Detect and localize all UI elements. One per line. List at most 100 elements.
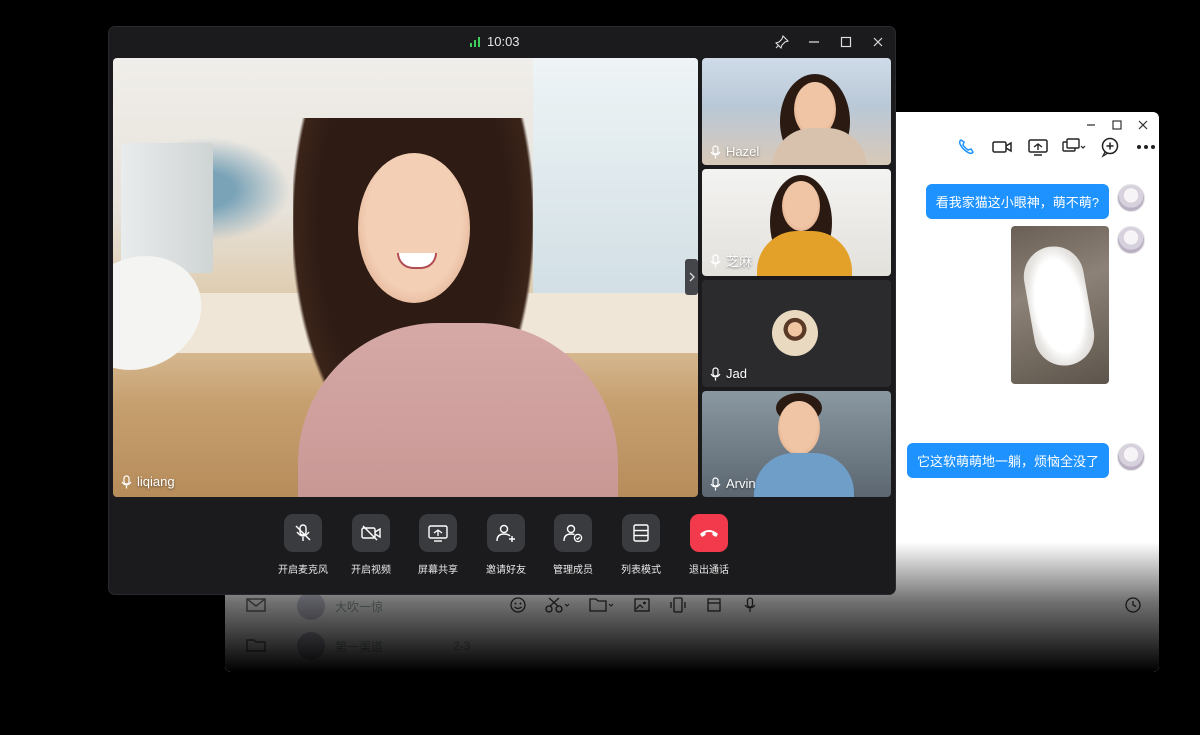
control-label: 开启视频 xyxy=(351,565,391,576)
participant-face xyxy=(778,401,820,455)
hang-up-control[interactable]: 退出通话 xyxy=(674,514,744,576)
participant-name-tag: 芝麻 xyxy=(710,251,752,270)
message-bubble[interactable]: 它这软萌萌地一躺，烦恼全没了 xyxy=(906,443,1109,478)
close-icon[interactable] xyxy=(1137,118,1149,130)
voice-call-icon[interactable] xyxy=(953,134,979,160)
participant-name: liqiang xyxy=(137,474,175,489)
microphone-icon[interactable] xyxy=(739,594,761,616)
manage-members-icon xyxy=(563,524,583,543)
video-call-icon[interactable] xyxy=(989,134,1015,160)
participant-name: Hazel xyxy=(726,144,760,159)
participant-name: Arvin xyxy=(726,476,756,491)
collapse-sidebar-button[interactable] xyxy=(685,259,698,295)
participant-name: 芝麻 xyxy=(726,254,753,269)
participant-name-tag: liqiang xyxy=(121,474,175,489)
list-mode-button[interactable] xyxy=(622,514,660,552)
emoji-icon[interactable] xyxy=(507,594,529,616)
maximize-icon[interactable] xyxy=(837,33,855,51)
mic-icon xyxy=(121,474,132,488)
participant-tile-jad[interactable]: Jad xyxy=(702,280,891,387)
screen-share-icon[interactable] xyxy=(1025,134,1051,160)
chat-toolbar xyxy=(953,134,1159,160)
background-window xyxy=(533,58,698,318)
remote-assist-icon[interactable] xyxy=(1061,134,1087,160)
video-call-window: 10:03 liqiang Hazel 芝麻 Jad Arvin 开启麦克风 开… xyxy=(109,27,895,594)
mic-toggle-button[interactable] xyxy=(284,514,322,552)
control-label: 退出通话 xyxy=(689,565,729,576)
mic-icon xyxy=(710,253,721,267)
hang-up-icon xyxy=(700,530,718,537)
manage-members-button[interactable] xyxy=(554,514,592,552)
participant-name-tag: Hazel xyxy=(710,144,759,159)
cat-photo-message[interactable] xyxy=(1011,226,1109,384)
input-toolbar xyxy=(507,594,761,616)
call-clock: 10:03 xyxy=(469,34,520,49)
call-control-bar: 开启麦克风 开启视频 屏幕共享 邀请好友 管理成员 列表模式 退出通话 xyxy=(109,505,895,585)
control-label: 邀请好友 xyxy=(486,565,526,576)
message-bubble[interactable]: 看我家猫这小眼神，萌不萌? xyxy=(925,184,1109,219)
participant-tile-hazel[interactable]: Hazel xyxy=(702,58,891,165)
list-mode-icon xyxy=(633,524,649,542)
cat-image xyxy=(1019,241,1099,371)
avatar[interactable] xyxy=(1117,184,1145,212)
message-row: 看我家猫这小眼神，萌不萌? xyxy=(925,184,1145,219)
gift-box-icon[interactable] xyxy=(703,594,725,616)
screen-share-control[interactable]: 屏幕共享 xyxy=(403,514,473,576)
mic-off-icon xyxy=(295,524,311,541)
image-icon[interactable] xyxy=(631,594,653,616)
chevron-right-icon xyxy=(689,272,695,282)
maximize-icon[interactable] xyxy=(1111,118,1123,130)
mic-toggle-control[interactable]: 开启麦克风 xyxy=(268,514,338,576)
control-label: 开启麦克风 xyxy=(278,565,328,576)
call-time: 10:03 xyxy=(487,34,520,49)
participant-face xyxy=(782,181,820,231)
participant-name-tag: Arvin xyxy=(710,476,756,491)
minimize-icon[interactable] xyxy=(1085,118,1097,130)
mail-icon xyxy=(245,596,267,617)
video-toggle-control[interactable]: 开启视频 xyxy=(336,514,406,576)
control-label: 管理成员 xyxy=(553,565,593,576)
pin-icon[interactable] xyxy=(773,33,791,51)
invite-friends-control[interactable]: 邀请好友 xyxy=(471,514,541,576)
add-chat-icon[interactable] xyxy=(1097,134,1123,160)
minimize-icon[interactable] xyxy=(805,33,823,51)
title-bar: 10:03 xyxy=(109,27,895,57)
avatar[interactable] xyxy=(1117,443,1145,471)
hang-up-button[interactable] xyxy=(690,514,728,552)
window-controls xyxy=(773,33,887,51)
participant-shirt xyxy=(754,453,854,497)
video-toggle-button[interactable] xyxy=(352,514,390,552)
signal-icon xyxy=(470,36,480,47)
participant-name-tag: Jad xyxy=(710,366,747,381)
contact-meta: 2-3 xyxy=(453,639,471,653)
list-mode-control[interactable]: 列表模式 xyxy=(606,514,676,576)
control-label: 列表模式 xyxy=(621,565,661,576)
mic-icon xyxy=(710,366,721,380)
contact-name: 大吹一惊 xyxy=(335,599,384,614)
chat-input-area: 大吹一惊 第一渠道 2-3 xyxy=(225,582,1159,672)
avatar[interactable] xyxy=(1117,226,1145,254)
background-fridge xyxy=(121,143,213,273)
main-video-tile[interactable]: liqiang xyxy=(113,58,698,497)
avatar xyxy=(297,592,325,620)
mic-icon xyxy=(710,144,721,158)
list-item[interactable]: 大吹一惊 xyxy=(245,592,383,620)
invite-user-icon xyxy=(496,524,515,542)
chat-window-controls xyxy=(1085,118,1149,130)
participant-tile-zhima[interactable]: 芝麻 xyxy=(702,169,891,276)
participant-name: Jad xyxy=(726,366,747,381)
more-icon[interactable] xyxy=(1133,134,1159,160)
video-off-icon xyxy=(361,525,381,541)
avatar xyxy=(772,310,818,356)
participant-tile-arvin[interactable]: Arvin xyxy=(702,391,891,497)
screen-share-button[interactable] xyxy=(419,514,457,552)
close-icon[interactable] xyxy=(869,33,887,51)
shake-icon[interactable] xyxy=(667,594,689,616)
manage-members-control[interactable]: 管理成员 xyxy=(538,514,608,576)
mic-icon xyxy=(710,476,721,490)
list-item[interactable]: 第一渠道 2-3 xyxy=(245,632,470,660)
invite-friends-button[interactable] xyxy=(487,514,525,552)
history-clock-icon[interactable] xyxy=(1122,594,1144,616)
folder-icon[interactable] xyxy=(587,594,617,616)
scissors-icon[interactable] xyxy=(543,594,573,616)
